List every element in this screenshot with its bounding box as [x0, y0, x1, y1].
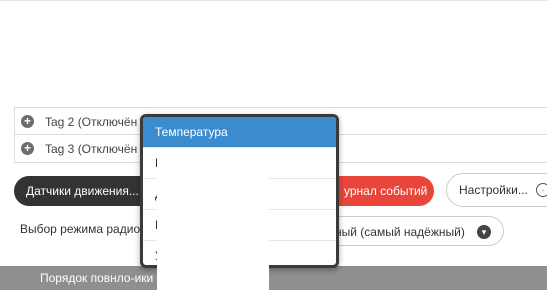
bottom-bar-label: Порядок повнло-ики: [40, 271, 154, 285]
content-area: [0, 1, 547, 104]
gear-icon: ·: [536, 183, 547, 197]
plus-circle-icon[interactable]: +: [21, 142, 34, 155]
occluding-panel: [157, 150, 269, 290]
plus-circle-icon[interactable]: +: [21, 115, 34, 128]
dropdown-option[interactable]: Температура: [143, 117, 336, 148]
radio-mode-value: дный (самый надёжный): [328, 225, 465, 239]
settings-button[interactable]: Настройки... ·: [446, 173, 547, 207]
tag-label: Tag 2 (Отключён: [45, 115, 138, 129]
settings-label: Настройки...: [459, 183, 528, 197]
radio-mode-label: Выбор режима радио: [20, 222, 141, 236]
chevron-down-icon: ▾: [477, 225, 491, 239]
tag-label: Tag 3 (Отключён: [45, 142, 138, 156]
motion-sensors-button[interactable]: Датчики движения...: [14, 176, 154, 206]
radio-mode-select[interactable]: дный (самый надёжный) ▾: [320, 216, 504, 246]
bottom-bar: Порядок повнло-ики: [0, 266, 547, 290]
